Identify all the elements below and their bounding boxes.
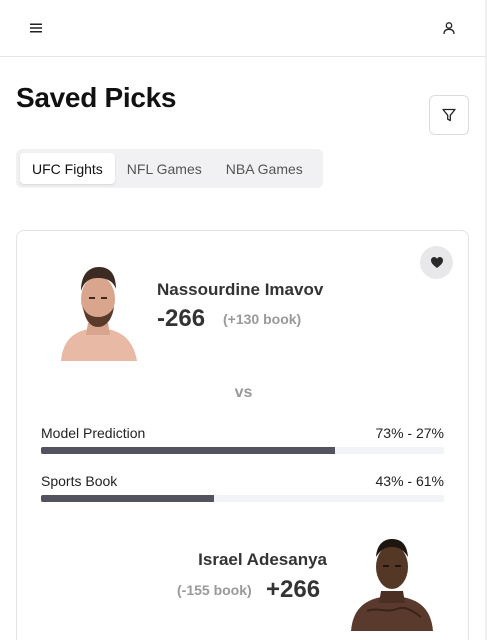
tab-ufc-fights[interactable]: UFC Fights [20, 153, 115, 184]
tab-nfl-games[interactable]: NFL Games [115, 153, 214, 184]
user-button[interactable] [435, 16, 463, 40]
fighter2-odds: +266 [266, 576, 321, 603]
heart-icon [430, 257, 443, 268]
model-prediction-bar-fill [41, 447, 336, 454]
favorite-button[interactable] [420, 246, 453, 279]
tab-nba-games[interactable]: NBA Games [214, 153, 315, 184]
fighter1-name: Nassourdine Imavov [157, 280, 324, 299]
sports-book-value: 43% - 61% [375, 473, 444, 489]
fighter2-name: Israel Adesanya [198, 550, 327, 569]
sports-book-bar-fill [41, 495, 215, 502]
fighter2-avatar [351, 539, 433, 631]
fighter1-book-odds: (+130 book) [223, 311, 302, 327]
sports-book-bar [41, 495, 444, 502]
vs-label: vs [234, 384, 253, 401]
filter-icon [442, 108, 456, 122]
pick-card: Nassourdine Imavov -266 (+130 book) vs M… [16, 230, 469, 640]
user-icon [443, 22, 455, 35]
model-prediction-bar [41, 447, 444, 454]
fighter1-odds: -266 [157, 305, 206, 332]
sport-tabs: UFC Fights NFL Games NBA Games [16, 149, 323, 188]
model-prediction-label: Model Prediction [41, 425, 146, 441]
menu-button[interactable] [22, 16, 50, 40]
top-bar [0, 0, 487, 57]
menu-icon [30, 23, 42, 33]
page-title: Saved Picks [16, 82, 177, 113]
fighter2-book-odds: (-155 book) [177, 582, 252, 598]
fighter1-avatar [61, 267, 137, 361]
filter-button[interactable] [429, 95, 469, 135]
sports-book-label: Sports Book [41, 473, 118, 489]
model-prediction-value: 73% - 27% [375, 425, 444, 441]
